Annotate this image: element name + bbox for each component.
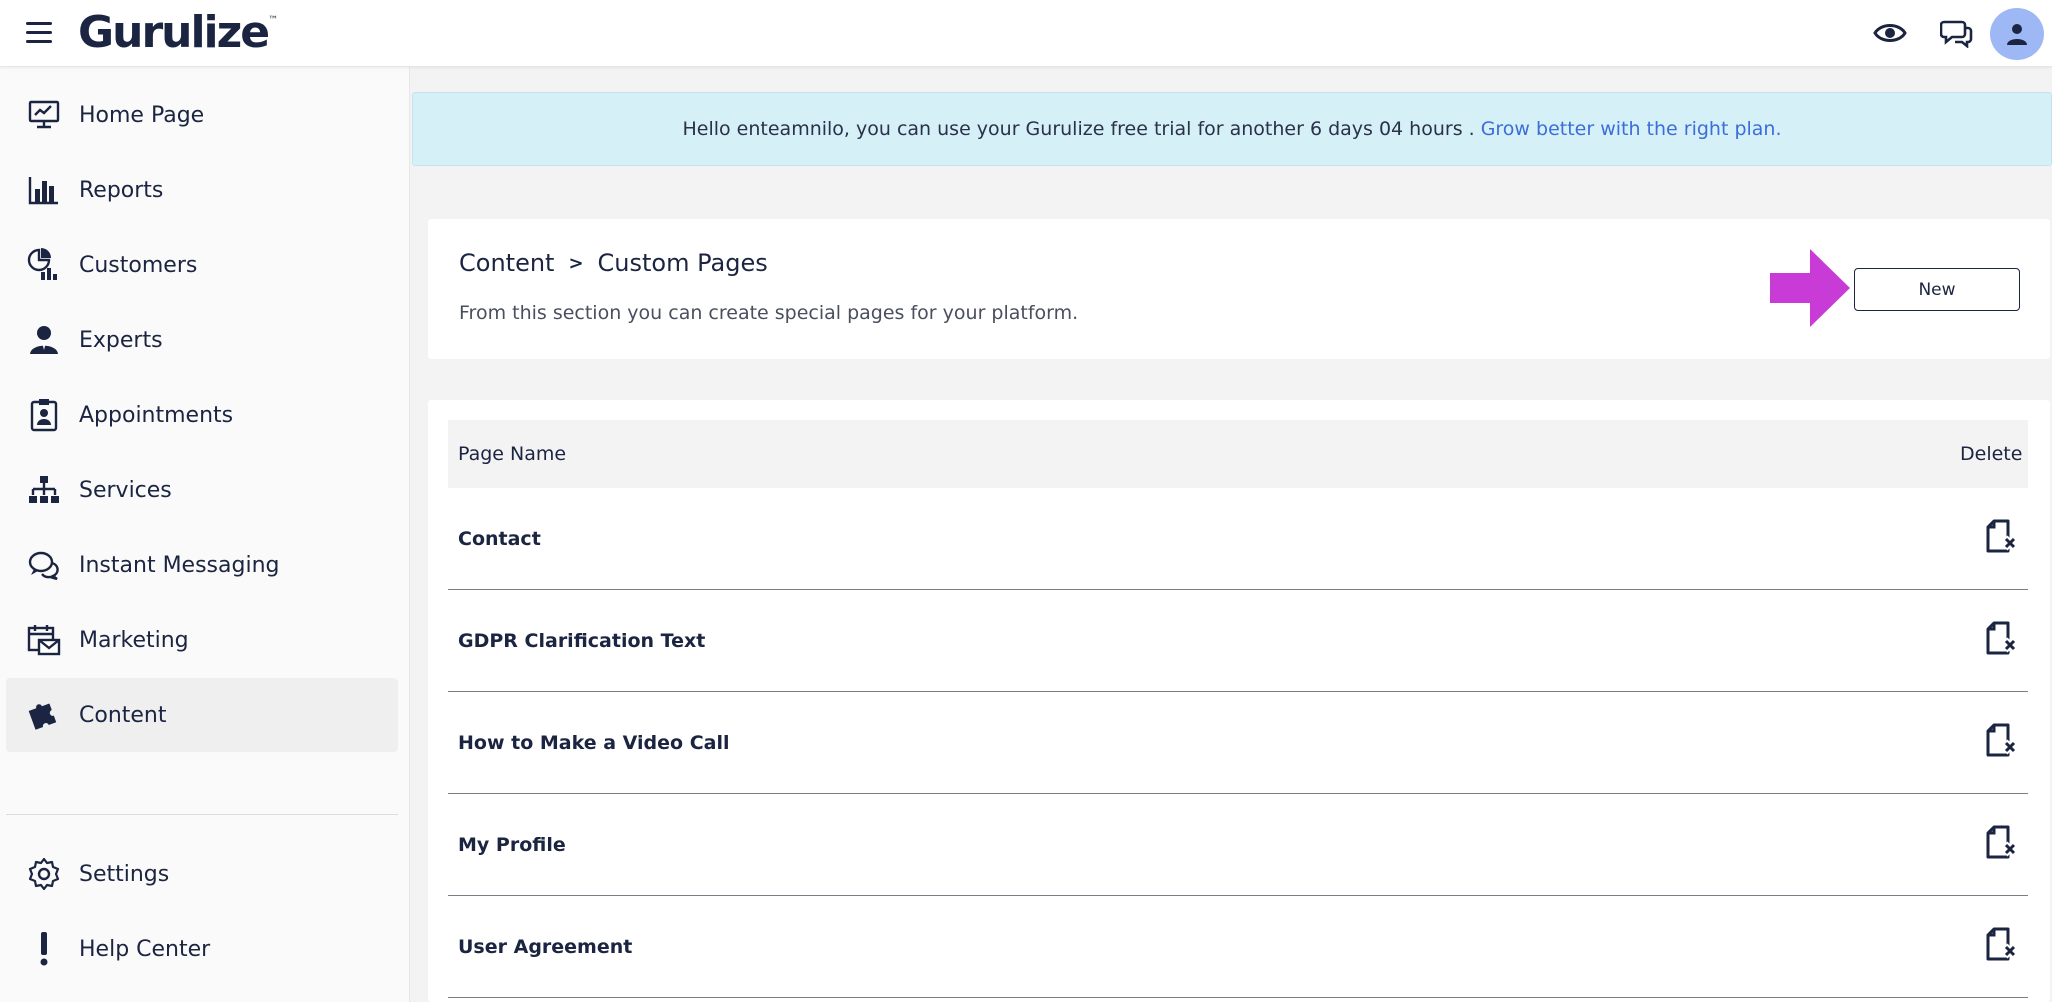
table-row: How to Make a Video Call: [448, 692, 2028, 794]
sidebar-item-reports[interactable]: Reports: [6, 153, 398, 227]
table-header: Page Name Delete: [448, 420, 2028, 488]
column-page-name: Page Name: [458, 443, 567, 465]
sidebar-item-instant-messaging[interactable]: Instant Messaging: [6, 528, 398, 602]
section-description: From this section you can create special…: [459, 302, 1079, 324]
breadcrumb-custom-pages: Custom Pages: [597, 249, 768, 277]
delete-file-icon[interactable]: [1984, 722, 2018, 764]
top-bar: Gurulize™: [0, 0, 2052, 67]
sidebar-divider: [6, 814, 398, 815]
column-delete: Delete: [1960, 443, 2023, 465]
bar-chart-icon: [26, 172, 62, 208]
app-logo[interactable]: Gurulize™: [78, 7, 278, 58]
page-name[interactable]: Contact: [458, 528, 541, 550]
sidebar-item-label: Services: [79, 477, 172, 503]
breadcrumb: Content > Custom Pages: [459, 249, 768, 277]
menu-icon[interactable]: [26, 22, 52, 44]
sidebar-item-home-page[interactable]: Home Page: [6, 78, 398, 152]
sidebar-item-label: Content: [79, 702, 167, 728]
logo-trademark: ™: [268, 15, 279, 26]
sidebar-item-label: Help Center: [79, 936, 211, 962]
sidebar-item-label: Instant Messaging: [79, 552, 280, 578]
page-name[interactable]: GDPR Clarification Text: [458, 630, 705, 652]
arrow-right-icon: [1770, 249, 1850, 327]
sidebar-item-marketing[interactable]: Marketing: [6, 603, 398, 677]
breadcrumb-separator: >: [568, 252, 584, 274]
sidebar-item-label: Marketing: [79, 627, 189, 653]
trial-banner: Hello enteamnilo, you can use your Gurul…: [412, 92, 2052, 166]
pages-table-card: Page Name Delete Contact GDPR Clarificat…: [428, 400, 2050, 1002]
sidebar-item-label: Settings: [79, 861, 170, 887]
delete-file-icon[interactable]: [1984, 824, 2018, 866]
sidebar-item-appointments[interactable]: Appointments: [6, 378, 398, 452]
new-page-button[interactable]: New: [1854, 268, 2020, 311]
chat-bubbles-icon: [26, 547, 62, 583]
hierarchy-icon: [26, 472, 62, 508]
sidebar-item-label: Reports: [79, 177, 164, 203]
calendar-mail-icon: [26, 622, 62, 658]
trial-banner-text: Hello enteamnilo, you can use your Gurul…: [682, 118, 1475, 140]
page-header-card: Content > Custom Pages From this section…: [428, 219, 2050, 359]
expert-user-icon: [26, 322, 62, 358]
breadcrumb-content[interactable]: Content: [459, 249, 554, 277]
user-icon: [2007, 24, 2027, 45]
table-row: My Profile: [448, 794, 2028, 896]
exclamation-icon: [26, 931, 62, 967]
delete-file-icon[interactable]: [1984, 620, 2018, 662]
page-name[interactable]: User Agreement: [458, 936, 632, 958]
delete-file-icon[interactable]: [1984, 518, 2018, 560]
table-row: Contact: [448, 488, 2028, 590]
sidebar-item-settings[interactable]: Settings: [6, 837, 398, 911]
delete-file-icon[interactable]: [1984, 926, 2018, 968]
sidebar-item-experts[interactable]: Experts: [6, 303, 398, 377]
clipboard-user-icon: [26, 397, 62, 433]
sidebar-item-customers[interactable]: Customers: [6, 228, 398, 302]
user-avatar-button[interactable]: [1990, 8, 2044, 60]
sidebar-item-label: Experts: [79, 327, 163, 353]
page-name[interactable]: How to Make a Video Call: [458, 732, 730, 754]
sidebar-item-services[interactable]: Services: [6, 453, 398, 527]
table-row: User Agreement: [448, 896, 2028, 998]
sidebar: Home Page Reports Customers Experts Appo…: [0, 67, 410, 1002]
puzzle-icon: [26, 697, 62, 733]
sidebar-item-label: Customers: [79, 252, 198, 278]
sidebar-item-content[interactable]: Content: [6, 678, 398, 752]
eye-icon[interactable]: [1873, 18, 1907, 48]
chat-icon[interactable]: [1939, 18, 1974, 49]
page-name[interactable]: My Profile: [458, 834, 566, 856]
sidebar-item-label: Appointments: [79, 402, 234, 428]
monitor-chart-icon: [26, 97, 62, 133]
gear-icon: [26, 856, 62, 892]
sidebar-item-help-center[interactable]: Help Center: [6, 912, 398, 986]
sidebar-item-label: Home Page: [79, 102, 205, 128]
table-row: GDPR Clarification Text: [448, 590, 2028, 692]
pie-users-icon: [26, 247, 62, 283]
upgrade-plan-link[interactable]: Grow better with the right plan.: [1481, 118, 1782, 140]
logo-text: Gurulize: [78, 7, 270, 58]
